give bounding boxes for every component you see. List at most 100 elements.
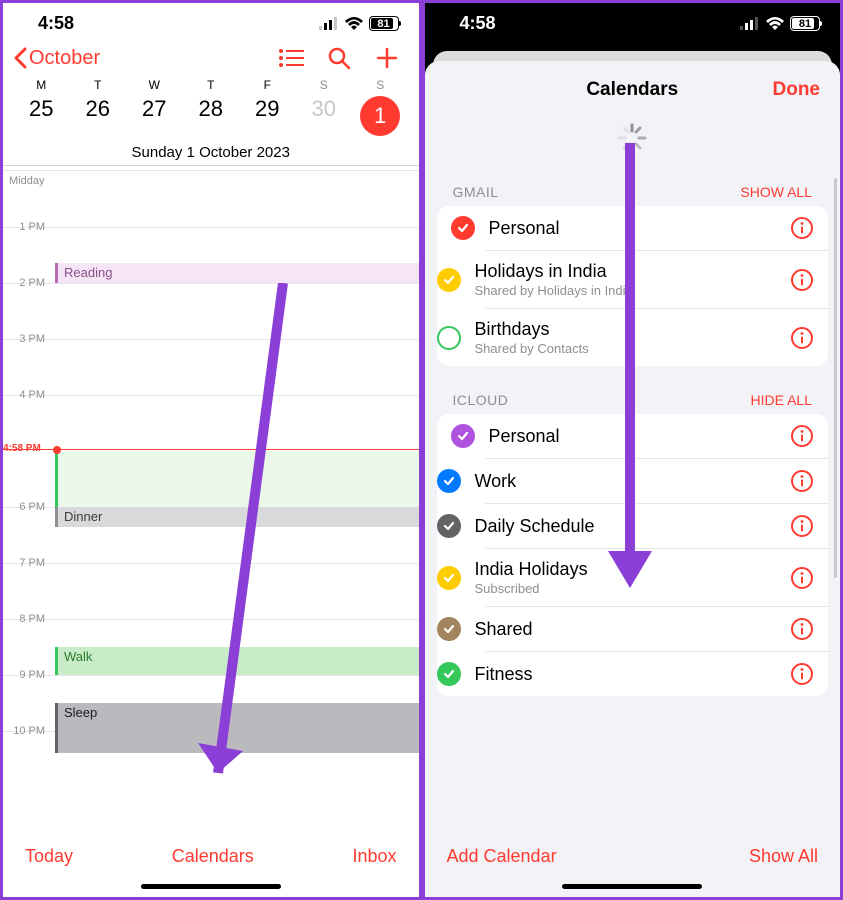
add-calendar-button[interactable]: Add Calendar: [447, 846, 557, 867]
calendars-sheet: Calendars Done GMAIL: [425, 61, 841, 897]
calendar-subtitle: Shared by Contacts: [475, 341, 777, 356]
info-icon[interactable]: [790, 617, 814, 641]
calendar-row[interactable]: BirthdaysShared by Contacts: [485, 308, 829, 366]
hide-all-button[interactable]: HIDE ALL: [751, 392, 812, 408]
calendars-sheet-screen: 4:58 81 Calendars Done: [425, 3, 841, 897]
info-icon[interactable]: [790, 514, 814, 538]
show-all-button[interactable]: SHOW ALL: [740, 184, 812, 200]
show-all-button[interactable]: Show All: [749, 846, 818, 867]
wifi-icon: [766, 17, 784, 30]
calendar-checkbox-icon[interactable]: [437, 326, 461, 350]
status-bar: 4:58 81: [3, 3, 419, 40]
calendar-checkbox-icon[interactable]: [451, 216, 475, 240]
calendar-checkbox-icon[interactable]: [437, 469, 461, 493]
event-walk[interactable]: Walk: [55, 647, 419, 675]
calendar-name: Personal: [489, 218, 777, 239]
calendar-row[interactable]: Fitness: [485, 651, 829, 696]
calendar-name: India Holidays: [475, 559, 777, 580]
event-block[interactable]: [55, 451, 419, 507]
home-indicator[interactable]: [141, 884, 281, 889]
event-dinner[interactable]: Dinner: [55, 507, 419, 527]
calendar-row[interactable]: Personal: [437, 414, 829, 458]
calendar-name: Birthdays: [475, 319, 777, 340]
weekday-label: M: [13, 78, 70, 92]
hour-label: 4 PM: [3, 389, 51, 401]
calendar-checkbox-icon[interactable]: [451, 424, 475, 448]
weekday-label: F: [239, 78, 296, 92]
info-icon[interactable]: [790, 268, 814, 292]
date-cell[interactable]: 29: [239, 96, 296, 136]
calendar-row[interactable]: Work: [485, 458, 829, 503]
date-cell[interactable]: 28: [183, 96, 240, 136]
current-time-line: 4:58 PM: [3, 449, 419, 450]
scrollbar[interactable]: [834, 178, 837, 578]
calendar-row[interactable]: Daily Schedule: [485, 503, 829, 548]
date-cell[interactable]: 30: [296, 96, 353, 136]
event-sleep[interactable]: Sleep: [55, 703, 419, 753]
weekday-label: S: [352, 78, 409, 92]
cellular-icon: [740, 17, 760, 30]
hour-label: 2 PM: [3, 277, 51, 289]
cellular-icon: [319, 17, 339, 30]
date-cell[interactable]: 26: [70, 96, 127, 136]
calendar-name: Work: [475, 471, 777, 492]
icloud-calendars: PersonalWorkDaily ScheduleIndia Holidays…: [437, 414, 829, 696]
calendar-row[interactable]: Holidays in IndiaShared by Holidays in I…: [485, 250, 829, 308]
hour-label: 10 PM: [3, 725, 51, 737]
calendar-checkbox-icon[interactable]: [437, 662, 461, 686]
add-event-icon[interactable]: [365, 46, 409, 70]
home-indicator[interactable]: [562, 884, 702, 889]
weekday-label: W: [126, 78, 183, 92]
weekday-label: S: [296, 78, 353, 92]
calendar-checkbox-icon[interactable]: [437, 268, 461, 292]
info-icon[interactable]: [790, 424, 814, 448]
calendar-name: Daily Schedule: [475, 516, 777, 537]
back-button[interactable]: October: [13, 47, 100, 70]
wifi-icon: [345, 17, 363, 30]
event-reading[interactable]: Reading: [55, 263, 419, 283]
done-button[interactable]: Done: [773, 79, 821, 101]
calendar-name: Fitness: [475, 664, 777, 685]
list-view-icon[interactable]: [269, 48, 313, 68]
info-icon[interactable]: [790, 216, 814, 240]
midday-label: Midday: [9, 175, 44, 187]
calendar-row[interactable]: Shared: [485, 606, 829, 651]
calendar-checkbox-icon[interactable]: [437, 566, 461, 590]
calendar-row[interactable]: Personal: [437, 206, 829, 250]
section-header-gmail: GMAIL SHOW ALL: [437, 178, 829, 206]
info-icon[interactable]: [790, 326, 814, 350]
weekday-header: M T W T F S S: [3, 76, 419, 92]
calendar-checkbox-icon[interactable]: [437, 514, 461, 538]
hour-label: 7 PM: [3, 557, 51, 569]
status-bar: 4:58 81: [425, 3, 841, 40]
date-cell-selected[interactable]: 1: [352, 96, 409, 136]
info-icon[interactable]: [790, 566, 814, 590]
info-icon[interactable]: [790, 662, 814, 686]
calendar-checkbox-icon[interactable]: [437, 617, 461, 641]
hour-label: 3 PM: [3, 333, 51, 345]
date-full: Sunday 1 October 2023: [3, 144, 419, 165]
calendars-button[interactable]: Calendars: [172, 846, 254, 867]
section-header-icloud: ICLOUD HIDE ALL: [437, 386, 829, 414]
date-cell[interactable]: 27: [126, 96, 183, 136]
today-button[interactable]: Today: [25, 846, 73, 867]
inbox-button[interactable]: Inbox: [352, 846, 396, 867]
calendar-day-view: 4:58 81 October M T: [3, 3, 419, 897]
nav-bar: October: [3, 40, 419, 76]
date-cell[interactable]: 25: [13, 96, 70, 136]
back-label: October: [29, 47, 100, 70]
loading-spinner-icon: [617, 123, 647, 153]
battery-icon: 81: [369, 16, 399, 31]
status-time: 4:58: [38, 13, 74, 34]
weekday-label: T: [183, 78, 240, 92]
gmail-calendars: Personal Holidays in IndiaShared by Holid…: [437, 206, 829, 366]
calendar-row[interactable]: India HolidaysSubscribed: [485, 548, 829, 606]
calendar-name: Shared: [475, 619, 777, 640]
day-timeline[interactable]: Midday 1 PM 2 PM 3 PM 4 PM 6 PM 7 PM 8 P…: [3, 170, 419, 770]
calendars-list[interactable]: GMAIL SHOW ALL Personal Holidays in India…: [425, 178, 841, 832]
search-icon[interactable]: [317, 46, 361, 70]
hour-label: 9 PM: [3, 669, 51, 681]
calendar-name: Personal: [489, 426, 777, 447]
calendar-subtitle: Subscribed: [475, 581, 777, 596]
info-icon[interactable]: [790, 469, 814, 493]
